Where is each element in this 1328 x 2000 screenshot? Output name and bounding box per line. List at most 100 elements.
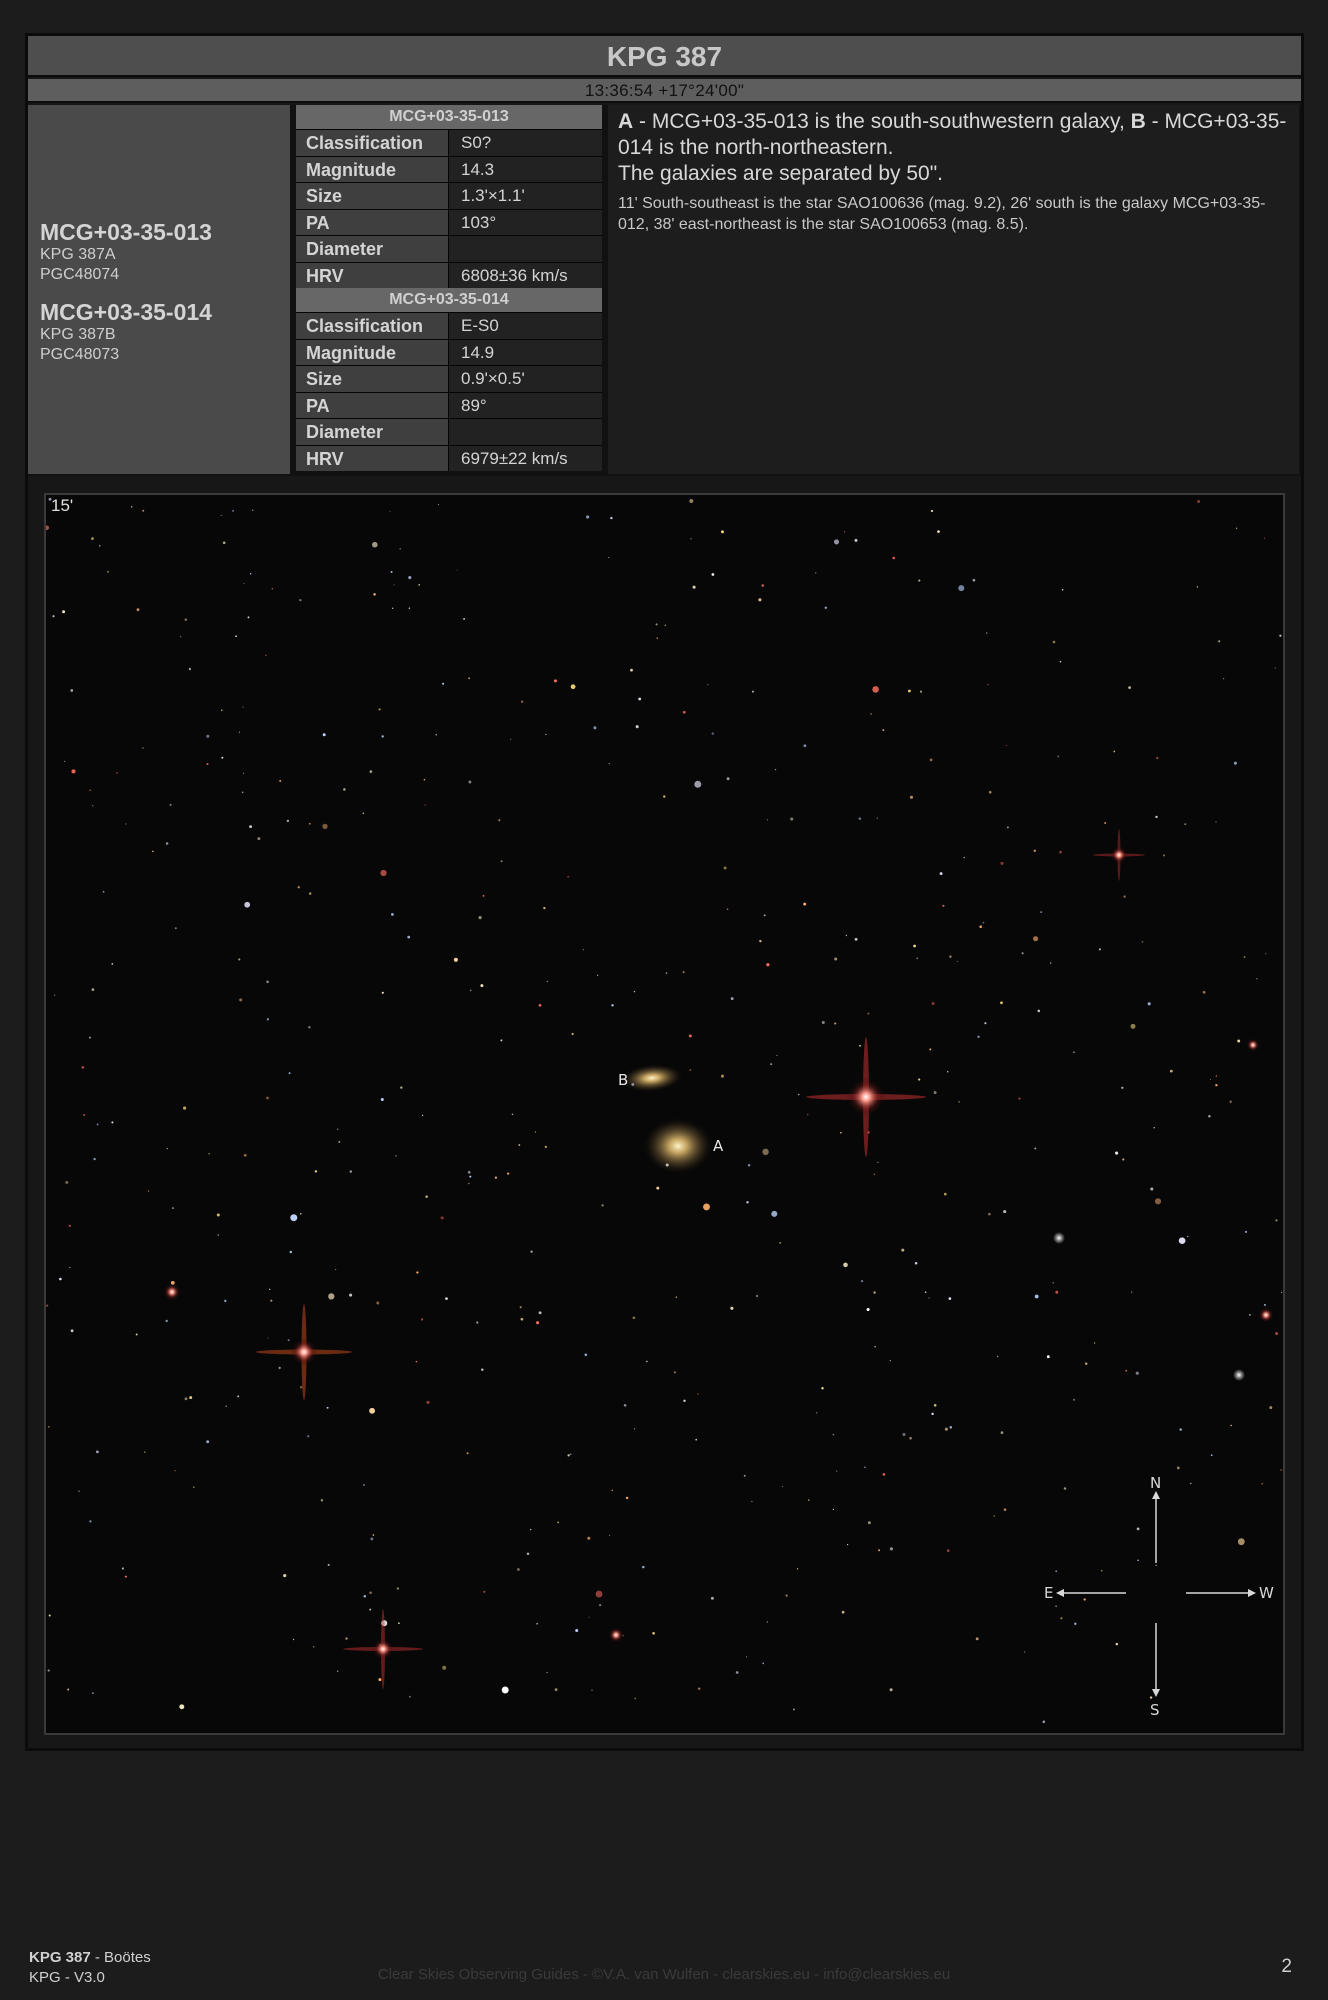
- star: [913, 944, 916, 948]
- star: [546, 1671, 548, 1674]
- star: [208, 1153, 210, 1155]
- guide-sheet: KPG 387 13:36:54 +17°24'00" MCG+03-35-01…: [25, 33, 1304, 1751]
- star: [834, 1022, 837, 1025]
- star: [147, 1190, 150, 1192]
- star: [1115, 1642, 1119, 1646]
- property-label: PA: [296, 209, 449, 235]
- star: [933, 1091, 937, 1095]
- star: [1261, 1482, 1264, 1485]
- star: [1034, 1294, 1039, 1299]
- star: [1055, 1605, 1057, 1608]
- star: [1128, 686, 1131, 689]
- star: [1279, 634, 1282, 637]
- star: [518, 1144, 521, 1146]
- star: [947, 1071, 949, 1073]
- star: [125, 823, 127, 825]
- star: [289, 1250, 293, 1254]
- star: [469, 1175, 472, 1178]
- star: [843, 1262, 848, 1268]
- star: [1074, 1622, 1077, 1625]
- star: [623, 1404, 627, 1407]
- property-row: Size 1.3'×1.1': [296, 182, 602, 209]
- property-value: E-S0: [449, 313, 602, 339]
- star: [656, 637, 659, 639]
- star: [482, 895, 485, 897]
- star: [872, 686, 879, 693]
- star: [165, 842, 169, 845]
- star: [395, 1155, 397, 1157]
- star: [689, 1069, 692, 1071]
- star: [781, 1485, 783, 1488]
- star: [832, 1508, 835, 1511]
- star: [806, 1113, 809, 1116]
- galaxy-a-names: MCG+03-35-013 KPG 387A PGC48074: [40, 219, 212, 285]
- star: [544, 1145, 547, 1148]
- star: [673, 1371, 676, 1374]
- star: [326, 1406, 329, 1409]
- star: [1230, 1424, 1232, 1427]
- property-label: Magnitude: [296, 156, 449, 182]
- star: [1136, 1527, 1140, 1531]
- star: [312, 1645, 315, 1648]
- galaxy-alias: KPG 387A: [40, 246, 116, 263]
- footer-credit: Clear Skies Observing Guides - ©V.A. van…: [377, 1966, 951, 1983]
- star: [975, 1637, 979, 1641]
- star: [948, 1297, 952, 1300]
- star: [408, 576, 412, 580]
- star: [1130, 1023, 1136, 1029]
- star: [283, 1574, 287, 1578]
- star: [400, 1086, 403, 1089]
- star: [52, 615, 55, 618]
- star: [239, 998, 243, 1002]
- star: [91, 537, 94, 540]
- star: [1061, 588, 1064, 591]
- star: [949, 1425, 953, 1429]
- star: [370, 1537, 374, 1541]
- star: [442, 682, 445, 685]
- star: [421, 1114, 424, 1117]
- star: [762, 1148, 769, 1156]
- star: [501, 1686, 509, 1694]
- star: [1000, 1001, 1003, 1005]
- star: [924, 1291, 927, 1293]
- star: [1059, 850, 1062, 854]
- star: [1131, 1291, 1133, 1293]
- star: [1264, 537, 1266, 539]
- star: [882, 729, 885, 732]
- star: [224, 1299, 227, 1303]
- property-value: 1.3'×1.1': [449, 183, 602, 209]
- star: [399, 547, 402, 550]
- star: [92, 1692, 94, 1694]
- star: [664, 624, 667, 627]
- star: [1101, 1570, 1103, 1572]
- star: [688, 1034, 692, 1038]
- star: [174, 927, 177, 930]
- star: [270, 1299, 273, 1302]
- star: [766, 1621, 769, 1623]
- star: [630, 668, 633, 672]
- star: [48, 1614, 51, 1617]
- bright-star: [163, 1038, 1274, 1643]
- star: [1052, 640, 1056, 644]
- star: [874, 1346, 876, 1348]
- star: [878, 1549, 881, 1552]
- star: [70, 1329, 74, 1333]
- star: [1235, 527, 1238, 529]
- star: [608, 1534, 611, 1537]
- star: [1215, 821, 1217, 823]
- star: [468, 1182, 470, 1185]
- star: [494, 1176, 498, 1179]
- galaxy-name: MCG+03-35-013: [40, 219, 212, 245]
- star: [322, 733, 326, 737]
- star: [1209, 1078, 1212, 1081]
- star: [1208, 1115, 1211, 1118]
- star: [567, 875, 570, 878]
- star: [1184, 823, 1187, 826]
- star: [1024, 1651, 1026, 1653]
- star: [322, 823, 328, 830]
- star: [908, 689, 911, 693]
- star: [71, 769, 76, 774]
- star: [299, 598, 302, 602]
- star: [877, 1161, 879, 1163]
- star: [381, 735, 384, 738]
